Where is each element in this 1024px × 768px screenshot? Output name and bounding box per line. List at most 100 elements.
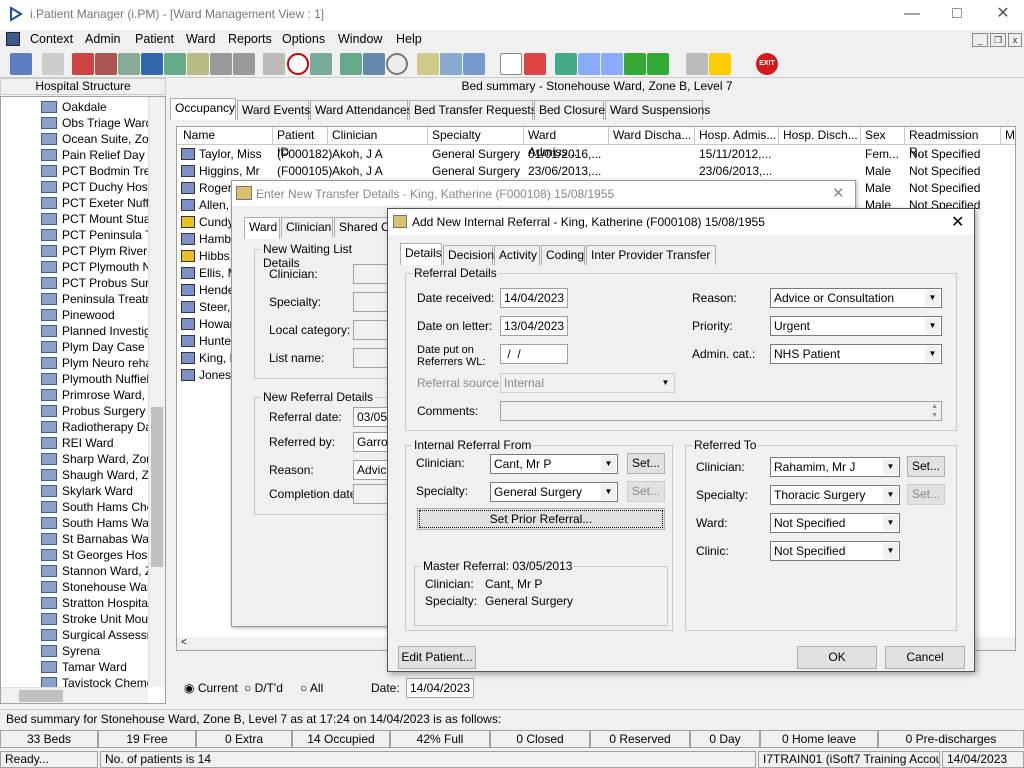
tab-occupancy[interactable]: Occupancy [170, 98, 236, 120]
menu-options[interactable]: Options [282, 32, 325, 46]
menu-window[interactable]: Window [338, 32, 382, 46]
col-m[interactable]: M [1001, 127, 1015, 144]
referral-close-icon[interactable]: ✕ [951, 212, 964, 232]
hospital-tree[interactable]: Oakdale Obs Triage Ward Ocean Suite, Zor Pa… [0, 96, 166, 704]
menu-ward[interactable]: Ward [186, 32, 215, 46]
tab-bed-transfer-requests[interactable]: Bed Transfer Requests [409, 100, 537, 120]
hospital-tree-item[interactable]: Plymouth Nuffield [41, 372, 156, 388]
hospital-tree-item[interactable]: Surgical Assessm [41, 628, 157, 644]
tab-coding[interactable]: Coding [541, 245, 585, 265]
search-toolbar-icon[interactable] [263, 53, 285, 75]
bed-toolbar-icon[interactable] [210, 53, 232, 75]
clock-toolbar-icon[interactable] [287, 53, 309, 75]
from-clinician-set-button[interactable]: Set... [627, 453, 665, 474]
globe-toolbar-icon[interactable] [555, 53, 577, 75]
hospital-tree-item[interactable]: South Hams War [41, 516, 153, 532]
tab-inter-provider-transfer[interactable]: Inter Provider Transfer [586, 245, 716, 265]
tab-bed-closures[interactable]: Bed Closures [534, 100, 611, 120]
date-put-on-input[interactable]: / / [500, 344, 568, 364]
tab-details[interactable]: Details [400, 243, 442, 265]
hospital-tree-item[interactable]: PCT Peninsula Tr [41, 228, 156, 244]
vertical-scrollbar[interactable] [148, 97, 165, 687]
col-specialty[interactable]: Specialty [428, 127, 524, 144]
hospital-tree-item[interactable]: Sharp Ward, Zon [41, 452, 153, 468]
tab-activity[interactable]: Activity [494, 245, 540, 265]
tab-ward-events[interactable]: Ward Events [237, 100, 310, 120]
hospital-tree-item[interactable]: South Hams Cher [41, 500, 157, 516]
tab-ward-attendances[interactable]: Ward Attendances [310, 100, 413, 120]
comments-input[interactable]: ▲ ▼ [500, 401, 942, 421]
to-ward-select[interactable]: Not Specified ▼ [770, 513, 900, 533]
hospital-tree-item[interactable]: Tamar Ward [41, 660, 127, 676]
radio-all[interactable]: ○ All [300, 681, 323, 695]
hospital-tree-item[interactable]: Stonehouse Ward [41, 580, 158, 596]
tab-ward[interactable]: Ward [244, 217, 280, 239]
chart-toolbar-icon[interactable] [340, 53, 362, 75]
radio-dtd[interactable]: ○ D/T'd [244, 681, 283, 695]
hospital-tree-item[interactable]: Primrose Ward, Z [41, 388, 156, 404]
set-prior-referral-button[interactable]: Set Prior Referral... [417, 508, 665, 530]
ok-button[interactable]: OK [797, 646, 877, 669]
from-specialty-select[interactable]: General Surgery ▼ [490, 482, 618, 502]
hospital-tree-item[interactable]: Obs Triage Ward [41, 116, 152, 132]
tab-ward-suspensions[interactable]: Ward Suspensions [605, 100, 710, 120]
hospital-tree-item[interactable]: Planned Investig [41, 324, 151, 340]
printer-toolbar-icon[interactable] [42, 53, 64, 75]
to-clinic-select[interactable]: Not Specified ▼ [770, 541, 900, 561]
col-ward-discharge[interactable]: Ward Discha... [609, 127, 695, 144]
hospital-tree-item[interactable]: Stannon Ward, Z [41, 564, 152, 580]
radio-current[interactable]: ◉ Current [184, 681, 238, 695]
reason-select[interactable]: Advice or Consultation ▼ [770, 288, 942, 308]
person-toolbar-icon[interactable] [164, 53, 186, 75]
hospital-tree-item[interactable]: PCT Probus Surg [41, 276, 156, 292]
hospital-tree-item[interactable]: Ocean Suite, Zor [41, 132, 153, 148]
menu-patient[interactable]: Patient [135, 32, 174, 46]
exit-toolbar-icon[interactable]: EXIT [756, 53, 778, 75]
table-row[interactable]: Higgins, Mr Fr... (F000105)Akoh, J A Gener… [177, 163, 1007, 180]
bar-chart-toolbar-icon[interactable] [524, 53, 546, 75]
close-icon[interactable]: ✕ [988, 4, 1018, 24]
hospital-tree-item[interactable]: St Barnabas War [41, 532, 153, 548]
menu-help[interactable]: Help [396, 32, 422, 46]
priority-select[interactable]: Urgent ▼ [770, 316, 942, 336]
hospital-tree-item[interactable]: Pinewood [41, 308, 115, 324]
table-row[interactable]: Taylor, Miss L... (F000182)Akoh, J A Gener… [177, 146, 1007, 163]
hospital-tree-item[interactable]: Stratton Hospital [41, 596, 151, 612]
hospital-tree-item[interactable]: Shaugh Ward, Zo [41, 468, 156, 484]
horizontal-scrollbar[interactable] [1, 687, 148, 703]
monitor-toolbar-icon[interactable] [310, 53, 332, 75]
arrow-two-toolbar-icon[interactable] [647, 53, 669, 75]
referral-source-select[interactable]: Internal ▼ [500, 373, 675, 393]
to-specialty-set-button[interactable]: Set... [907, 484, 945, 505]
dial-toolbar-icon[interactable] [386, 53, 408, 75]
hospital-tree-item[interactable]: St Georges Hosp [41, 548, 154, 564]
hospital-tree-item[interactable]: Pain Relief Day C [41, 148, 157, 164]
hospital-tree-item[interactable]: REI Ward [41, 436, 114, 452]
swap-toolbar-icon[interactable] [686, 53, 708, 75]
hospital-tree-item[interactable]: Plym Day Case U [41, 340, 157, 356]
hospital-tree-item[interactable]: PCT Mount Stuar [41, 212, 154, 228]
hscroll-thumb[interactable] [19, 690, 63, 702]
to-specialty-select[interactable]: Thoracic Surgery ▼ [770, 485, 900, 505]
form-toolbar-icon[interactable] [118, 53, 140, 75]
date-received-input[interactable]: 14/04/2023 [500, 288, 568, 308]
menu-context[interactable]: Context [30, 32, 73, 46]
admin-cat-select[interactable]: NHS Patient ▼ [770, 344, 942, 364]
from-specialty-set-button[interactable]: Set... [627, 481, 665, 502]
filter-date-input[interactable]: 14/04/2023 [406, 678, 474, 698]
warning-toolbar-icon[interactable] [709, 53, 731, 75]
to-clinician-set-button[interactable]: Set... [907, 456, 945, 477]
tab-clinician[interactable]: Clinician [281, 217, 333, 237]
hospital-tree-item[interactable]: Plym Neuro rehab [41, 356, 159, 372]
hospital-tree-item[interactable]: PCT Plymouth Nu [41, 260, 158, 276]
notepad-toolbar-icon[interactable] [417, 53, 439, 75]
col-hosp-discharge[interactable]: Hosp. Disch... [779, 127, 861, 144]
mdi-close-icon[interactable]: x [1008, 33, 1022, 47]
hospital-tree-item[interactable]: PCT Bodmin Trea [41, 164, 157, 180]
col-readmission[interactable]: Readmission R... [905, 127, 1001, 159]
report-toolbar-icon[interactable] [95, 53, 117, 75]
mdi-restore-icon[interactable]: ❐ [990, 33, 1006, 47]
menu-admin[interactable]: Admin [85, 32, 120, 46]
to-clinician-select[interactable]: Rahamim, Mr J ▼ [770, 457, 900, 477]
hospital-tree-item[interactable]: Peninsula Treatm [41, 292, 155, 308]
